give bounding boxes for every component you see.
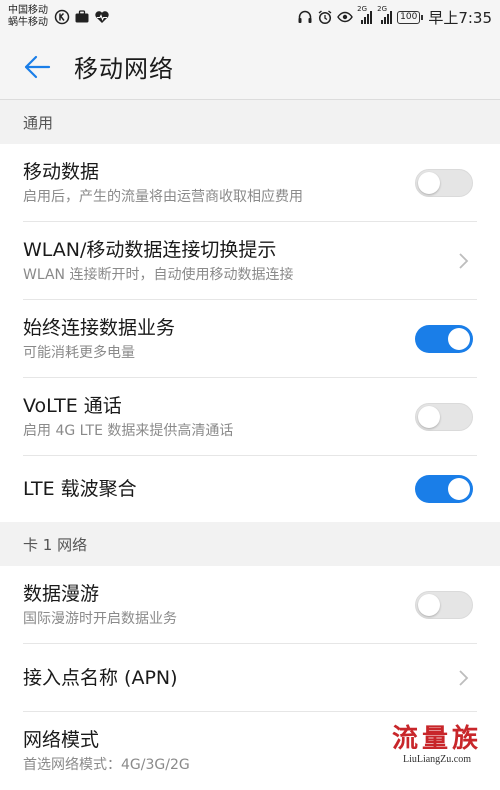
setting-title: 接入点名称 (APN) xyxy=(23,667,178,689)
setting-subtitle: 可能消耗更多电量 xyxy=(23,345,135,361)
setting-title: WLAN/移动数据连接切换提示 xyxy=(23,239,277,261)
briefcase-icon xyxy=(75,10,89,23)
watermark-cn: 流量族 xyxy=(391,724,482,754)
battery-icon: 100 xyxy=(397,10,424,24)
section-header-general: 通用 xyxy=(0,100,500,144)
setting-subtitle: 启用后，产生的流量将由运营商收取相应费用 xyxy=(23,189,303,205)
setting-lte-carrier-aggregation[interactable]: LTE 载波聚合 xyxy=(0,456,500,522)
setting-title: LTE 载波聚合 xyxy=(23,478,137,500)
watermark-en: LiuLiangZu.com xyxy=(402,754,472,765)
chevron-right-icon xyxy=(459,253,469,269)
status-bar: 中国移动 蜗牛移动 2G 2G 100 早上7:35 xyxy=(0,0,500,34)
lte-ca-toggle[interactable] xyxy=(415,475,473,503)
setting-subtitle: WLAN 连接断开时，自动使用移动数据连接 xyxy=(23,267,294,283)
setting-wlan-switch-prompt[interactable]: WLAN/移动数据连接切换提示 WLAN 连接断开时，自动使用移动数据连接 xyxy=(0,222,500,300)
alarm-icon xyxy=(318,10,332,25)
heart-pulse-icon xyxy=(95,11,109,23)
general-settings-list: 移动数据 启用后，产生的流量将由运营商收取相应费用 WLAN/移动数据连接切换提… xyxy=(0,144,500,522)
back-arrow-icon xyxy=(24,55,51,78)
setting-title: VoLTE 通话 xyxy=(23,395,122,417)
watermark: 流量族 LiuLiangZu.com xyxy=(392,724,482,766)
signal-2: 2G xyxy=(377,5,393,25)
setting-title: 移动数据 xyxy=(23,161,100,183)
clock: 早上7:35 xyxy=(428,8,492,27)
setting-apn[interactable]: 接入点名称 (APN) xyxy=(0,644,500,712)
setting-mobile-data[interactable]: 移动数据 启用后，产生的流量将由运营商收取相应费用 xyxy=(0,144,500,222)
setting-title: 始终连接数据业务 xyxy=(23,317,176,339)
data-roaming-toggle[interactable] xyxy=(415,591,473,619)
setting-subtitle: 国际漫游时开启数据业务 xyxy=(23,611,177,627)
chevron-right-icon xyxy=(459,670,469,686)
mobile-data-toggle[interactable] xyxy=(415,169,473,197)
section-header-sim1: 卡 1 网络 xyxy=(0,522,500,566)
setting-volte[interactable]: VoLTE 通话 启用 4G LTE 数据来提供高清通话 xyxy=(0,378,500,456)
title-bar: 移动网络 xyxy=(0,34,500,100)
page-title: 移动网络 xyxy=(74,55,174,83)
signal-1: 2G xyxy=(357,5,373,25)
k-circle-icon xyxy=(54,9,70,25)
carrier-2: 蜗牛移动 xyxy=(8,17,48,28)
eye-icon xyxy=(337,11,353,23)
setting-subtitle: 启用 4G LTE 数据来提供高清通话 xyxy=(23,423,234,439)
setting-always-on-data[interactable]: 始终连接数据业务 可能消耗更多电量 xyxy=(0,300,500,378)
carrier-1: 中国移动 xyxy=(8,5,48,16)
setting-title: 数据漫游 xyxy=(23,583,100,605)
headset-icon xyxy=(298,10,312,23)
carrier-labels: 中国移动 蜗牛移动 xyxy=(8,5,48,29)
back-button[interactable] xyxy=(0,34,74,100)
setting-data-roaming[interactable]: 数据漫游 国际漫游时开启数据业务 xyxy=(0,566,500,644)
always-on-data-toggle[interactable] xyxy=(415,325,473,353)
volte-toggle[interactable] xyxy=(415,403,473,431)
